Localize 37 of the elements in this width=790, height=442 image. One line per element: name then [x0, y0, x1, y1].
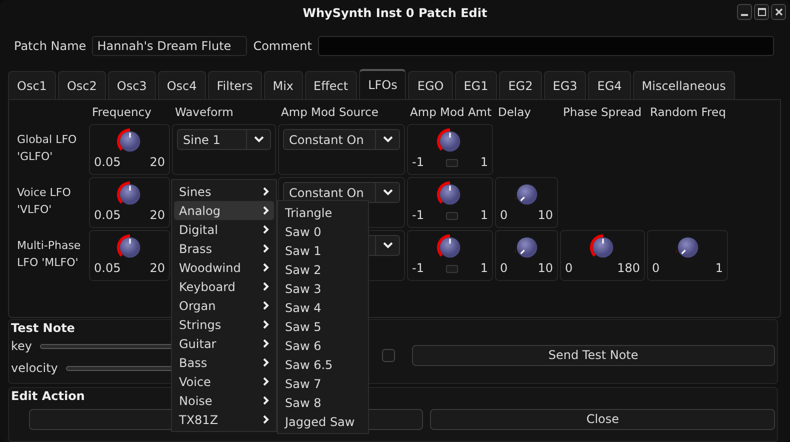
range-min: -1	[412, 156, 424, 170]
range-max: 10	[538, 262, 553, 276]
range-min: 0.05	[94, 262, 121, 276]
range-min: 0.05	[94, 156, 121, 170]
range-min: -1	[412, 262, 424, 276]
patch-name-label: Patch Name	[14, 38, 86, 52]
range-min: 0.05	[94, 209, 121, 222]
row-label: Multi-Phase LFO 'MLFO'	[16, 238, 82, 272]
range-min: 0	[565, 262, 573, 276]
range-max: 1	[480, 262, 488, 276]
column-header: Phase Spread	[562, 104, 642, 122]
column-header: Frequency	[91, 104, 152, 122]
range-min: 0	[500, 262, 508, 276]
slider-label: key	[11, 339, 32, 354]
range-max: 20	[150, 209, 165, 222]
column-header: Random Freq	[649, 104, 727, 122]
range-min: 0	[652, 262, 660, 276]
range-max: 20	[150, 156, 165, 170]
range-max: 20	[150, 262, 165, 276]
range-min: 0	[500, 209, 508, 222]
column-header: Amp Mod Source	[280, 104, 380, 122]
range-min: -1	[412, 209, 424, 222]
slider-label: velocity	[11, 361, 58, 376]
row-label: Voice LFO 'VLFO'	[16, 185, 72, 218]
column-header: Amp Mod Amt	[409, 104, 493, 122]
section-title: Edit Action	[11, 388, 85, 403]
section-title: Test Note	[11, 321, 75, 336]
window-title: WhySynth Inst 0 Patch Edit	[302, 6, 488, 20]
row-label: Global LFO 'GLFO'	[16, 132, 78, 166]
range-max: 1	[480, 209, 488, 222]
range-max: 1	[480, 156, 488, 170]
column-header: Delay	[497, 104, 532, 122]
column-header: Waveform	[174, 104, 234, 122]
range-max: 10	[538, 209, 553, 222]
range-max: 1	[715, 262, 723, 276]
range-max: 180	[617, 262, 640, 276]
comment-label: Comment	[253, 38, 312, 52]
